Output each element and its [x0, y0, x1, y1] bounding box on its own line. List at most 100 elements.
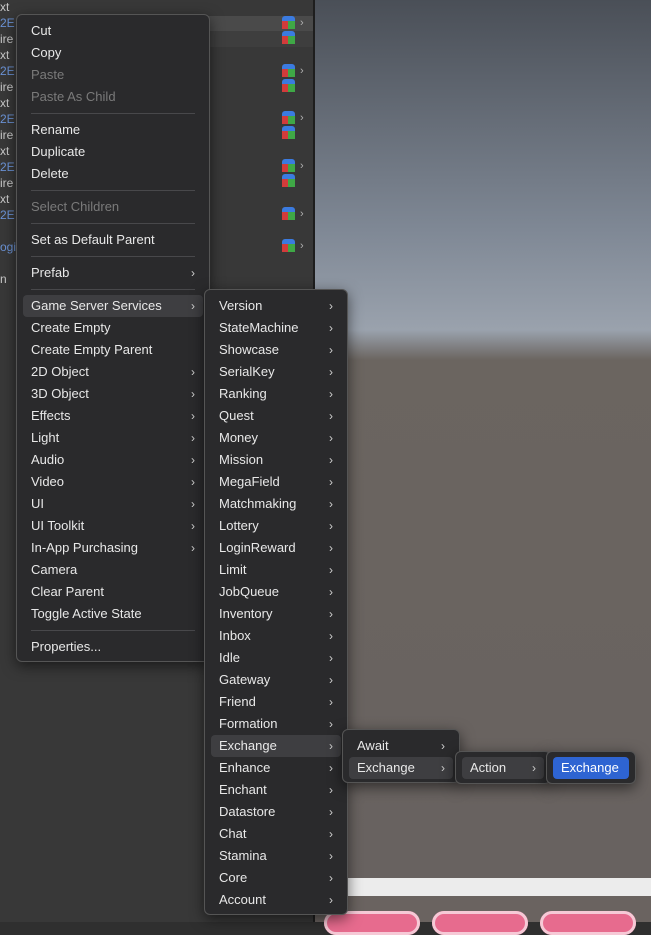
submenu-item-await[interactable]: Await › — [349, 735, 453, 757]
submenu-item-exchange[interactable]: Exchange › — [349, 757, 453, 779]
menu-item-create-empty[interactable]: Create Empty — [23, 317, 203, 339]
menu-item-properties[interactable]: Properties... — [23, 636, 203, 658]
scene-ui-strip — [315, 878, 651, 896]
menu-item-toggle-active-state[interactable]: Toggle Active State — [23, 603, 203, 625]
hierarchy-row-text[interactable]: ire — [0, 32, 13, 46]
menu-separator — [31, 190, 195, 191]
hierarchy-row-text[interactable]: xt — [0, 48, 9, 62]
menu-item-copy[interactable]: Copy — [23, 42, 203, 64]
menu-item-camera[interactable]: Camera — [23, 559, 203, 581]
selected-hierarchy-row[interactable] — [208, 16, 313, 31]
submenu-item-friend[interactable]: Friend › — [211, 691, 341, 713]
hierarchy-row-text[interactable]: 2E — [0, 64, 15, 78]
menu-item-create-empty-parent[interactable]: Create Empty Parent — [23, 339, 203, 361]
hierarchy-row-text[interactable]: xt — [0, 96, 9, 110]
submenu-item-core[interactable]: Core › — [211, 867, 341, 889]
submenu-item-formation[interactable]: Formation › — [211, 713, 341, 735]
chevron-right-icon[interactable]: › — [300, 159, 304, 173]
menu-item-2d-object[interactable]: 2D Object › — [23, 361, 203, 383]
menu-item-in-app-purchasing[interactable]: In-App Purchasing › — [23, 537, 203, 559]
hierarchy-row-text[interactable]: ogi — [0, 240, 16, 254]
submenu-item-action[interactable]: Action › — [462, 757, 544, 779]
submenu-item-idle[interactable]: Idle › — [211, 647, 341, 669]
menu-item-label: MegaField — [219, 474, 280, 489]
menu-separator — [31, 289, 195, 290]
submenu-item-matchmaking[interactable]: Matchmaking › — [211, 493, 341, 515]
chevron-right-icon[interactable]: › — [300, 207, 304, 221]
submenu-item-gateway[interactable]: Gateway › — [211, 669, 341, 691]
chevron-right-icon[interactable]: › — [300, 64, 304, 78]
action-submenu: Action › — [455, 751, 551, 784]
submenu-item-quest[interactable]: Quest › — [211, 405, 341, 427]
submenu-item-mission[interactable]: Mission › — [211, 449, 341, 471]
submenu-item-version[interactable]: Version › — [211, 295, 341, 317]
chevron-right-icon: › — [329, 871, 333, 885]
prefab-cube-icon — [282, 79, 295, 93]
menu-item-rename[interactable]: Rename — [23, 119, 203, 141]
menu-item-cut[interactable]: Cut — [23, 20, 203, 42]
hierarchy-row-text[interactable]: ire — [0, 176, 13, 190]
hierarchy-row-text[interactable]: xt — [0, 0, 9, 14]
menu-item-3d-object[interactable]: 3D Object › — [23, 383, 203, 405]
hierarchy-row[interactable] — [208, 31, 313, 47]
chevron-right-icon: › — [329, 475, 333, 489]
chevron-right-icon[interactable]: › — [300, 16, 304, 30]
chevron-right-icon: › — [329, 519, 333, 533]
menu-item-label: Ranking — [219, 386, 267, 401]
menu-item-game-server-services[interactable]: Game Server Services › — [23, 295, 203, 317]
hierarchy-row-text[interactable]: xt — [0, 144, 9, 158]
hierarchy-row-text[interactable]: 2E — [0, 112, 15, 126]
menu-item-ui-toolkit[interactable]: UI Toolkit › — [23, 515, 203, 537]
chevron-right-icon: › — [329, 585, 333, 599]
hierarchy-row-text[interactable]: 2E — [0, 208, 15, 222]
submenu-item-exchange[interactable]: Exchange › — [211, 735, 341, 757]
hierarchy-row-text[interactable]: ire — [0, 128, 13, 142]
submenu-item-enhance[interactable]: Enhance › — [211, 757, 341, 779]
submenu-item-inventory[interactable]: Inventory › — [211, 603, 341, 625]
submenu-item-stamina[interactable]: Stamina › — [211, 845, 341, 867]
submenu-item-statemachine[interactable]: StateMachine › — [211, 317, 341, 339]
chevron-right-icon: › — [329, 343, 333, 357]
menu-item-audio[interactable]: Audio › — [23, 449, 203, 471]
menu-item-ui[interactable]: UI › — [23, 493, 203, 515]
submenu-item-serialkey[interactable]: SerialKey › — [211, 361, 341, 383]
hierarchy-row-text[interactable]: 2E — [0, 16, 15, 30]
submenu-item-megafield[interactable]: MegaField › — [211, 471, 341, 493]
submenu-item-datastore[interactable]: Datastore › — [211, 801, 341, 823]
submenu-item-ranking[interactable]: Ranking › — [211, 383, 341, 405]
menu-item-set-as-default-parent[interactable]: Set as Default Parent — [23, 229, 203, 251]
submenu-item-money[interactable]: Money › — [211, 427, 341, 449]
menu-item-duplicate[interactable]: Duplicate — [23, 141, 203, 163]
menu-item-clear-parent[interactable]: Clear Parent — [23, 581, 203, 603]
chevron-right-icon[interactable]: › — [300, 111, 304, 125]
chevron-right-icon: › — [191, 266, 195, 280]
submenu-item-limit[interactable]: Limit › — [211, 559, 341, 581]
submenu-item-enchant[interactable]: Enchant › — [211, 779, 341, 801]
menu-item-label: Quest — [219, 408, 254, 423]
menu-item-label: Formation — [219, 716, 278, 731]
scene-pink-button — [432, 911, 528, 935]
menu-item-light[interactable]: Light › — [23, 427, 203, 449]
chevron-right-icon: › — [329, 695, 333, 709]
submenu-item-inbox[interactable]: Inbox › — [211, 625, 341, 647]
menu-item-prefab[interactable]: Prefab › — [23, 262, 203, 284]
hierarchy-row-text[interactable]: xt — [0, 192, 9, 206]
submenu-item-exchange-final[interactable]: Exchange — [553, 757, 629, 779]
hierarchy-row-text[interactable]: 2E — [0, 160, 15, 174]
submenu-item-loginreward[interactable]: LoginReward › — [211, 537, 341, 559]
prefab-cube-icon — [282, 126, 295, 140]
hierarchy-row-text[interactable]: ire — [0, 80, 13, 94]
chevron-right-icon: › — [329, 563, 333, 577]
menu-item-video[interactable]: Video › — [23, 471, 203, 493]
menu-item-delete[interactable]: Delete — [23, 163, 203, 185]
submenu-item-chat[interactable]: Chat › — [211, 823, 341, 845]
submenu-item-account[interactable]: Account › — [211, 889, 341, 911]
menu-item-effects[interactable]: Effects › — [23, 405, 203, 427]
submenu-item-jobqueue[interactable]: JobQueue › — [211, 581, 341, 603]
submenu-item-showcase[interactable]: Showcase › — [211, 339, 341, 361]
submenu-item-lottery[interactable]: Lottery › — [211, 515, 341, 537]
chevron-right-icon[interactable]: › — [300, 239, 304, 253]
chevron-right-icon: › — [191, 519, 195, 533]
chevron-right-icon: › — [329, 717, 333, 731]
menu-separator — [31, 223, 195, 224]
